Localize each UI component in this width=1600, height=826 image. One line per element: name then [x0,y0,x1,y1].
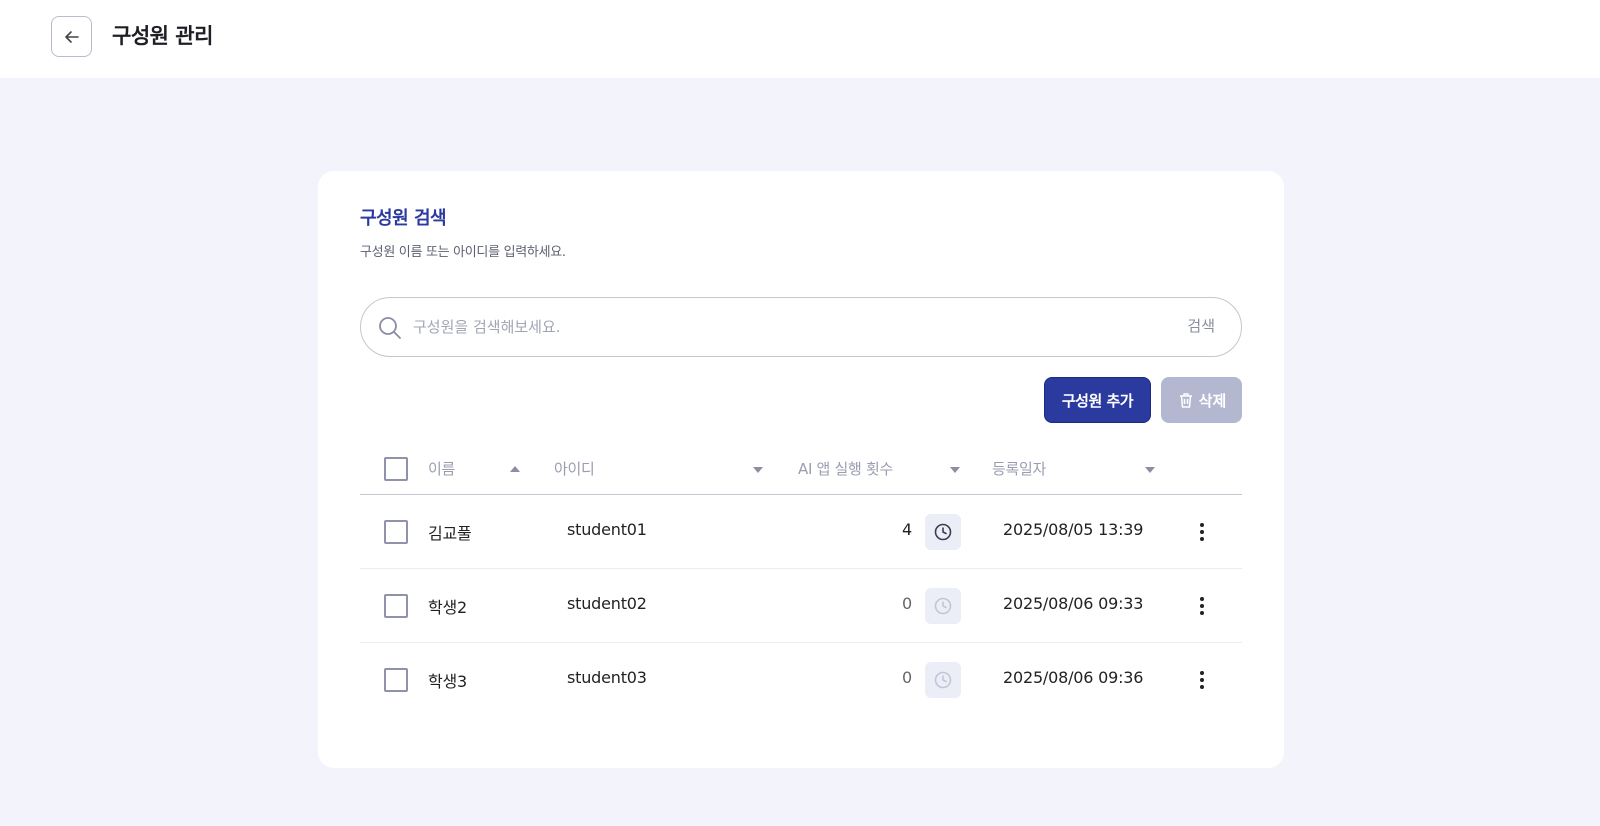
more-vertical-icon [1200,671,1204,675]
member-name: 김교풀 [428,524,472,543]
member-table: 이름 아이디 AI 앱 실행 횟수 등록일자 김교풀 student01 4 2… [360,443,1242,717]
member-search-card: 구성원 검색 구성원 이름 또는 아이디를 입력하세요. 검색 구성원 추가 삭… [318,171,1284,768]
top-bar: 구성원 관리 [0,0,1600,78]
search-icon [379,317,401,339]
column-header-id: 아이디 [554,460,595,478]
back-button[interactable] [51,16,92,57]
section-description: 구성원 이름 또는 아이디를 입력하세요. [360,245,566,260]
delete-button-label: 삭제 [1198,391,1227,410]
arrow-left-icon [64,30,79,43]
table-row: 학생2 student02 0 2025/08/06 09:33 [360,569,1242,643]
member-name: 학생2 [428,598,468,617]
more-options-button[interactable] [1192,517,1212,547]
registered-date: 2025/08/06 09:36 [1003,668,1144,687]
more-options-button[interactable] [1192,591,1212,621]
table-row: 학생3 student03 0 2025/08/06 09:36 [360,643,1242,717]
ai-count: 0 [902,594,912,613]
table-row: 김교풀 student01 4 2025/08/05 13:39 [360,495,1242,569]
history-button[interactable] [925,588,961,624]
ai-count: 4 [902,520,912,539]
add-member-button[interactable]: 구성원 추가 [1044,377,1151,423]
member-id: student01 [567,520,647,539]
column-header-ai-count: AI 앱 실행 횟수 [798,460,893,478]
search-bar: 검색 [360,297,1242,357]
delete-button[interactable]: 삭제 [1161,377,1242,423]
member-id: student02 [567,594,647,613]
registered-date: 2025/08/06 09:33 [1003,594,1144,613]
clock-icon [934,671,952,689]
row-checkbox[interactable] [384,668,408,692]
search-input[interactable] [413,310,1133,344]
more-vertical-icon [1200,523,1204,527]
sort-name-icon[interactable] [510,466,520,472]
member-id: student03 [567,668,647,687]
sort-registered-icon[interactable] [1145,467,1155,473]
sort-ai-count-icon[interactable] [950,467,960,473]
clock-icon [934,523,952,541]
history-button[interactable] [925,514,961,550]
column-header-registered: 등록일자 [992,460,1047,478]
more-options-button[interactable] [1192,665,1212,695]
column-header-name: 이름 [428,460,456,478]
row-checkbox[interactable] [384,594,408,618]
ai-count: 0 [902,668,912,687]
table-header: 이름 아이디 AI 앱 실행 횟수 등록일자 [360,443,1242,495]
search-button[interactable]: 검색 [1187,315,1215,336]
history-button[interactable] [925,662,961,698]
row-checkbox[interactable] [384,520,408,544]
sort-id-icon[interactable] [753,467,763,473]
more-vertical-icon [1200,597,1204,601]
select-all-checkbox[interactable] [384,457,408,481]
member-name: 학생3 [428,672,468,691]
clock-icon [934,597,952,615]
section-title: 구성원 검색 [360,208,447,229]
page-title: 구성원 관리 [112,24,213,48]
trash-icon [1179,393,1192,408]
registered-date: 2025/08/05 13:39 [1003,520,1144,539]
